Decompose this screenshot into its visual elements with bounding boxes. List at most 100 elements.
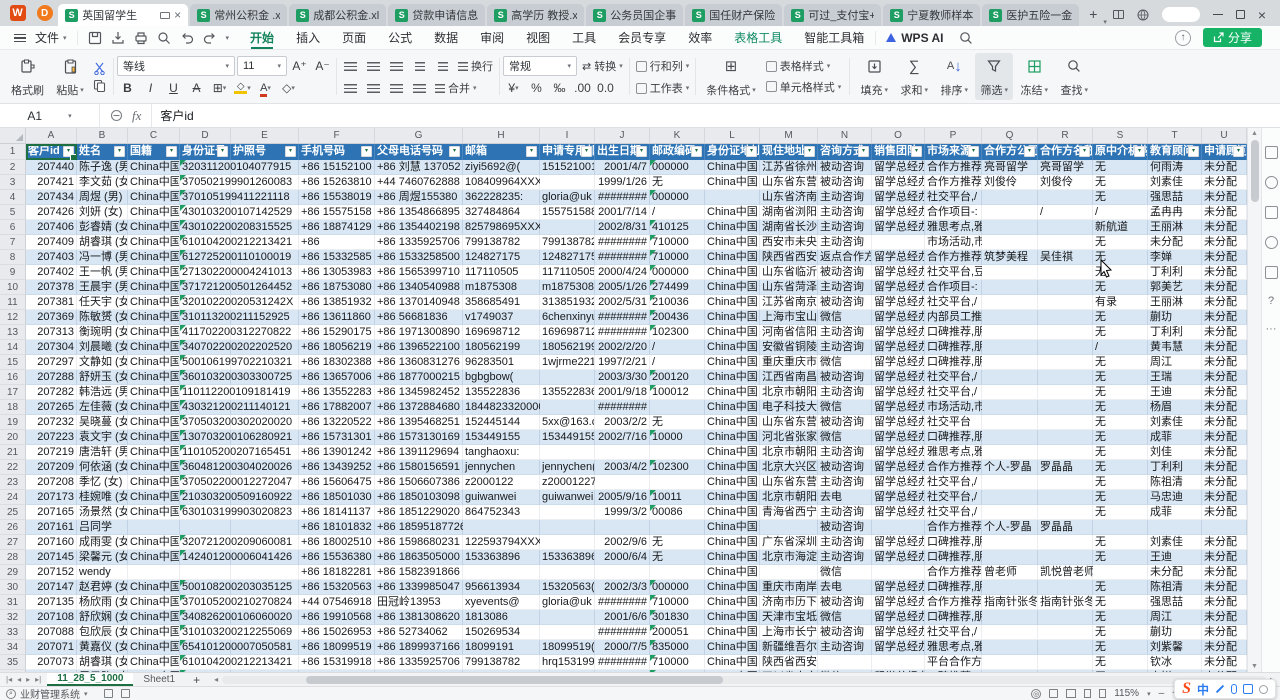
cell[interactable]: 110112200109181419 [180, 385, 231, 400]
cell[interactable]: 207147 [26, 580, 77, 595]
cell[interactable]: 刘素佳 [1148, 415, 1202, 430]
cell[interactable]: 2000/7/5 [595, 640, 650, 655]
row-header[interactable]: 2 [0, 160, 26, 175]
filter-icon[interactable]: ▾ [449, 146, 460, 157]
cell[interactable]: 微信 [818, 355, 872, 370]
cell[interactable]: 主动咨询 [818, 235, 872, 250]
cell[interactable]: 799138782 [540, 235, 595, 250]
globe-icon[interactable] [1137, 9, 1149, 21]
cell[interactable]: 口碑推荐, [925, 670, 982, 672]
column-header[interactable]: N [818, 128, 872, 143]
cell[interactable]: 江西省南昌 [760, 370, 818, 385]
cell[interactable]: 留学总经办 [872, 595, 925, 610]
cell[interactable] [1038, 505, 1093, 520]
cell[interactable]: 留学总经办 [872, 670, 925, 672]
cell[interactable]: 社交平台 [925, 415, 982, 430]
cell[interactable]: +86 1360831276 [375, 355, 463, 370]
align-right-button[interactable] [386, 78, 407, 98]
wps-ai-button[interactable]: WPS AI [875, 31, 953, 45]
cell[interactable]: 370502200012272047 [180, 475, 231, 490]
cell[interactable]: +86 15332585 [299, 250, 375, 265]
cell[interactable]: China中国 [705, 595, 760, 610]
copy-icon[interactable] [93, 79, 106, 92]
cell[interactable]: +86 1565399710 [375, 265, 463, 280]
cell[interactable]: 630103199903020823 [180, 505, 231, 520]
undo-icon[interactable] [180, 31, 194, 45]
cell[interactable] [760, 565, 818, 580]
cell[interactable]: 成菲 [1148, 505, 1202, 520]
cell[interactable]: 207403 [26, 250, 77, 265]
cell[interactable]: 430102200208315525 [180, 220, 231, 235]
cell[interactable]: 151521001 [540, 160, 595, 175]
cell[interactable]: 主动咨询 [818, 505, 872, 520]
cell[interactable]: 孟冉冉 [1148, 205, 1202, 220]
cell[interactable]: 重庆市南岸 [760, 580, 818, 595]
menu-item-数据[interactable]: 数据 [423, 26, 469, 49]
filter-icon[interactable]: ▾ [911, 146, 922, 157]
cell[interactable]: 207161 [26, 520, 77, 535]
cell[interactable]: 15320563( [540, 580, 595, 595]
cell[interactable] [982, 550, 1038, 565]
cell[interactable]: 未分配 [1202, 370, 1247, 385]
cell[interactable]: 未分配 [1202, 445, 1247, 460]
header-cell[interactable]: 身份证地址▾ [705, 144, 760, 160]
cell[interactable]: China中国 [128, 280, 180, 295]
merge-cells-button[interactable]: 合并▾ [432, 78, 480, 98]
cell[interactable]: +44 7460762888 [375, 175, 463, 190]
cell[interactable]: 社交平台,/ [925, 625, 982, 640]
cell[interactable] [650, 475, 705, 490]
cell[interactable]: 362228235: [463, 190, 540, 205]
align-top-button[interactable] [340, 56, 361, 76]
cell[interactable]: gloria@uk [540, 190, 595, 205]
cell[interactable] [540, 220, 595, 235]
row-header[interactable]: 4 [0, 190, 26, 205]
cell[interactable]: 207426 [26, 205, 77, 220]
cell[interactable]: 710000 [650, 655, 705, 670]
cell[interactable]: +86 18501030 [299, 490, 375, 505]
decrease-indent-button[interactable] [409, 56, 430, 76]
cell[interactable] [982, 490, 1038, 505]
cell[interactable] [1038, 370, 1093, 385]
cell[interactable]: 筑梦美程 [982, 250, 1038, 265]
row-header[interactable]: 30 [0, 580, 26, 595]
cell[interactable]: 00000 [650, 670, 705, 672]
recalc-icon[interactable]: ◎ [1031, 689, 1041, 699]
cell[interactable]: 口碑推荐,朋 [925, 325, 982, 340]
cell[interactable]: 刘俊伶 [1038, 175, 1093, 190]
cell[interactable]: 未分配 [1202, 505, 1247, 520]
cell[interactable]: 成雨雯 (女) [77, 535, 128, 550]
number-format-select[interactable]: 常规▾ [503, 56, 577, 76]
cell[interactable] [982, 220, 1038, 235]
italic-button[interactable]: I [140, 78, 161, 98]
cell[interactable] [540, 505, 595, 520]
cell[interactable]: 桂婉唯 (女) [77, 490, 128, 505]
wrap-text-button[interactable]: 换行 [455, 56, 496, 76]
cell[interactable] [540, 670, 595, 672]
cell[interactable]: +86 13611860 [299, 310, 375, 325]
cell[interactable]: 207209 [26, 460, 77, 475]
cell[interactable]: 主动咨询 [818, 550, 872, 565]
cell[interactable] [982, 325, 1038, 340]
cell[interactable]: +86 15536380 [299, 550, 375, 565]
cell[interactable]: 汤景然 (女) [77, 505, 128, 520]
align-left-button[interactable] [340, 78, 361, 98]
cell[interactable]: 社交平台,/ [925, 385, 982, 400]
menu-item-开始[interactable]: 开始 [239, 26, 285, 49]
column-header[interactable]: D [180, 128, 231, 143]
sheet-tab[interactable]: 11_28_5_1000 [47, 673, 133, 686]
cell[interactable]: ziyi5692@( [463, 160, 540, 175]
cell[interactable]: 济南市历下 [760, 595, 818, 610]
cell[interactable]: +86 15575158 [299, 205, 375, 220]
column-header[interactable]: K [650, 128, 705, 143]
cell[interactable]: China中国 [128, 175, 180, 190]
horizontal-scrollbar[interactable]: ◂ ▸ [208, 673, 1280, 686]
cell[interactable]: 207381 [26, 295, 77, 310]
cell[interactable]: 2005/9/16 [595, 490, 650, 505]
cell[interactable]: 未分配 [1202, 490, 1247, 505]
cell[interactable]: 117110505 [463, 265, 540, 280]
header-cell[interactable]: 现住地址▾ [760, 144, 818, 160]
cell[interactable]: guiwanwei [463, 490, 540, 505]
cell[interactable]: 207297 [26, 355, 77, 370]
cell[interactable] [982, 580, 1038, 595]
cell[interactable]: 陈子逸 (男) [77, 160, 128, 175]
